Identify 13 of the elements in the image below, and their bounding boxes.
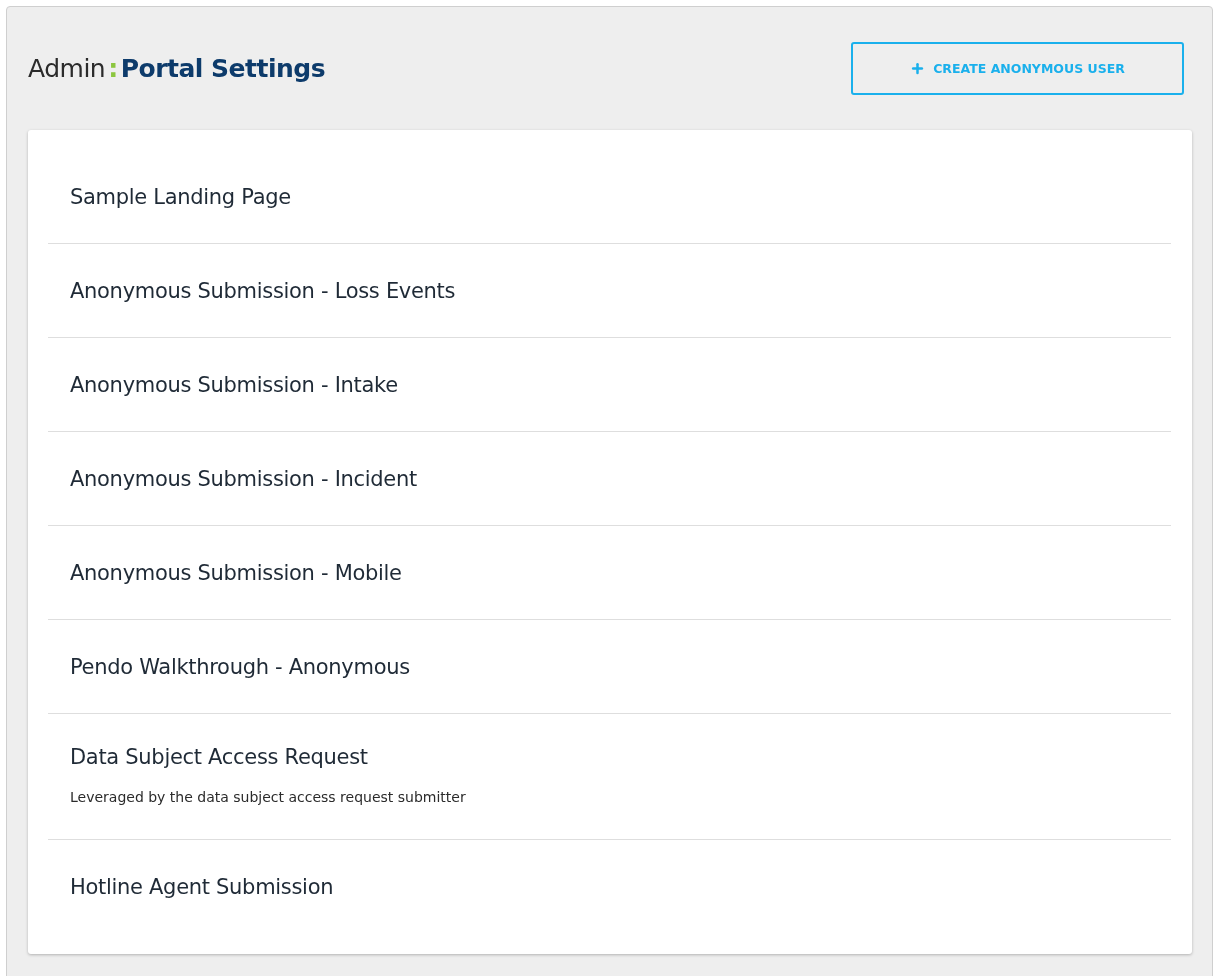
portal-description: Leveraged by the data subject access request submitter <box>70 788 467 805</box>
portal-name[interactable]: Anonymous Submission - Loss Events <box>70 278 1149 303</box>
portal-name[interactable]: Anonymous Submission - Mobile <box>70 560 1149 585</box>
page-title: Portal Settings <box>120 54 326 83</box>
plus-icon <box>910 61 926 76</box>
portal-name[interactable]: Sample Landing Page <box>70 184 1149 209</box>
breadcrumb-section: Admin <box>28 54 106 83</box>
portal-name[interactable]: Anonymous Submission - Intake <box>70 372 1149 397</box>
breadcrumb-separator: : <box>108 54 118 83</box>
portal-name[interactable]: Hotline Agent Submission <box>70 875 1149 899</box>
portal-name[interactable]: Data Subject Access Request <box>70 744 1149 769</box>
portal-name[interactable]: Pendo Walkthrough - Anonymous <box>70 654 1149 679</box>
portal-name[interactable]: Anonymous Submission - Incident <box>70 466 1149 491</box>
